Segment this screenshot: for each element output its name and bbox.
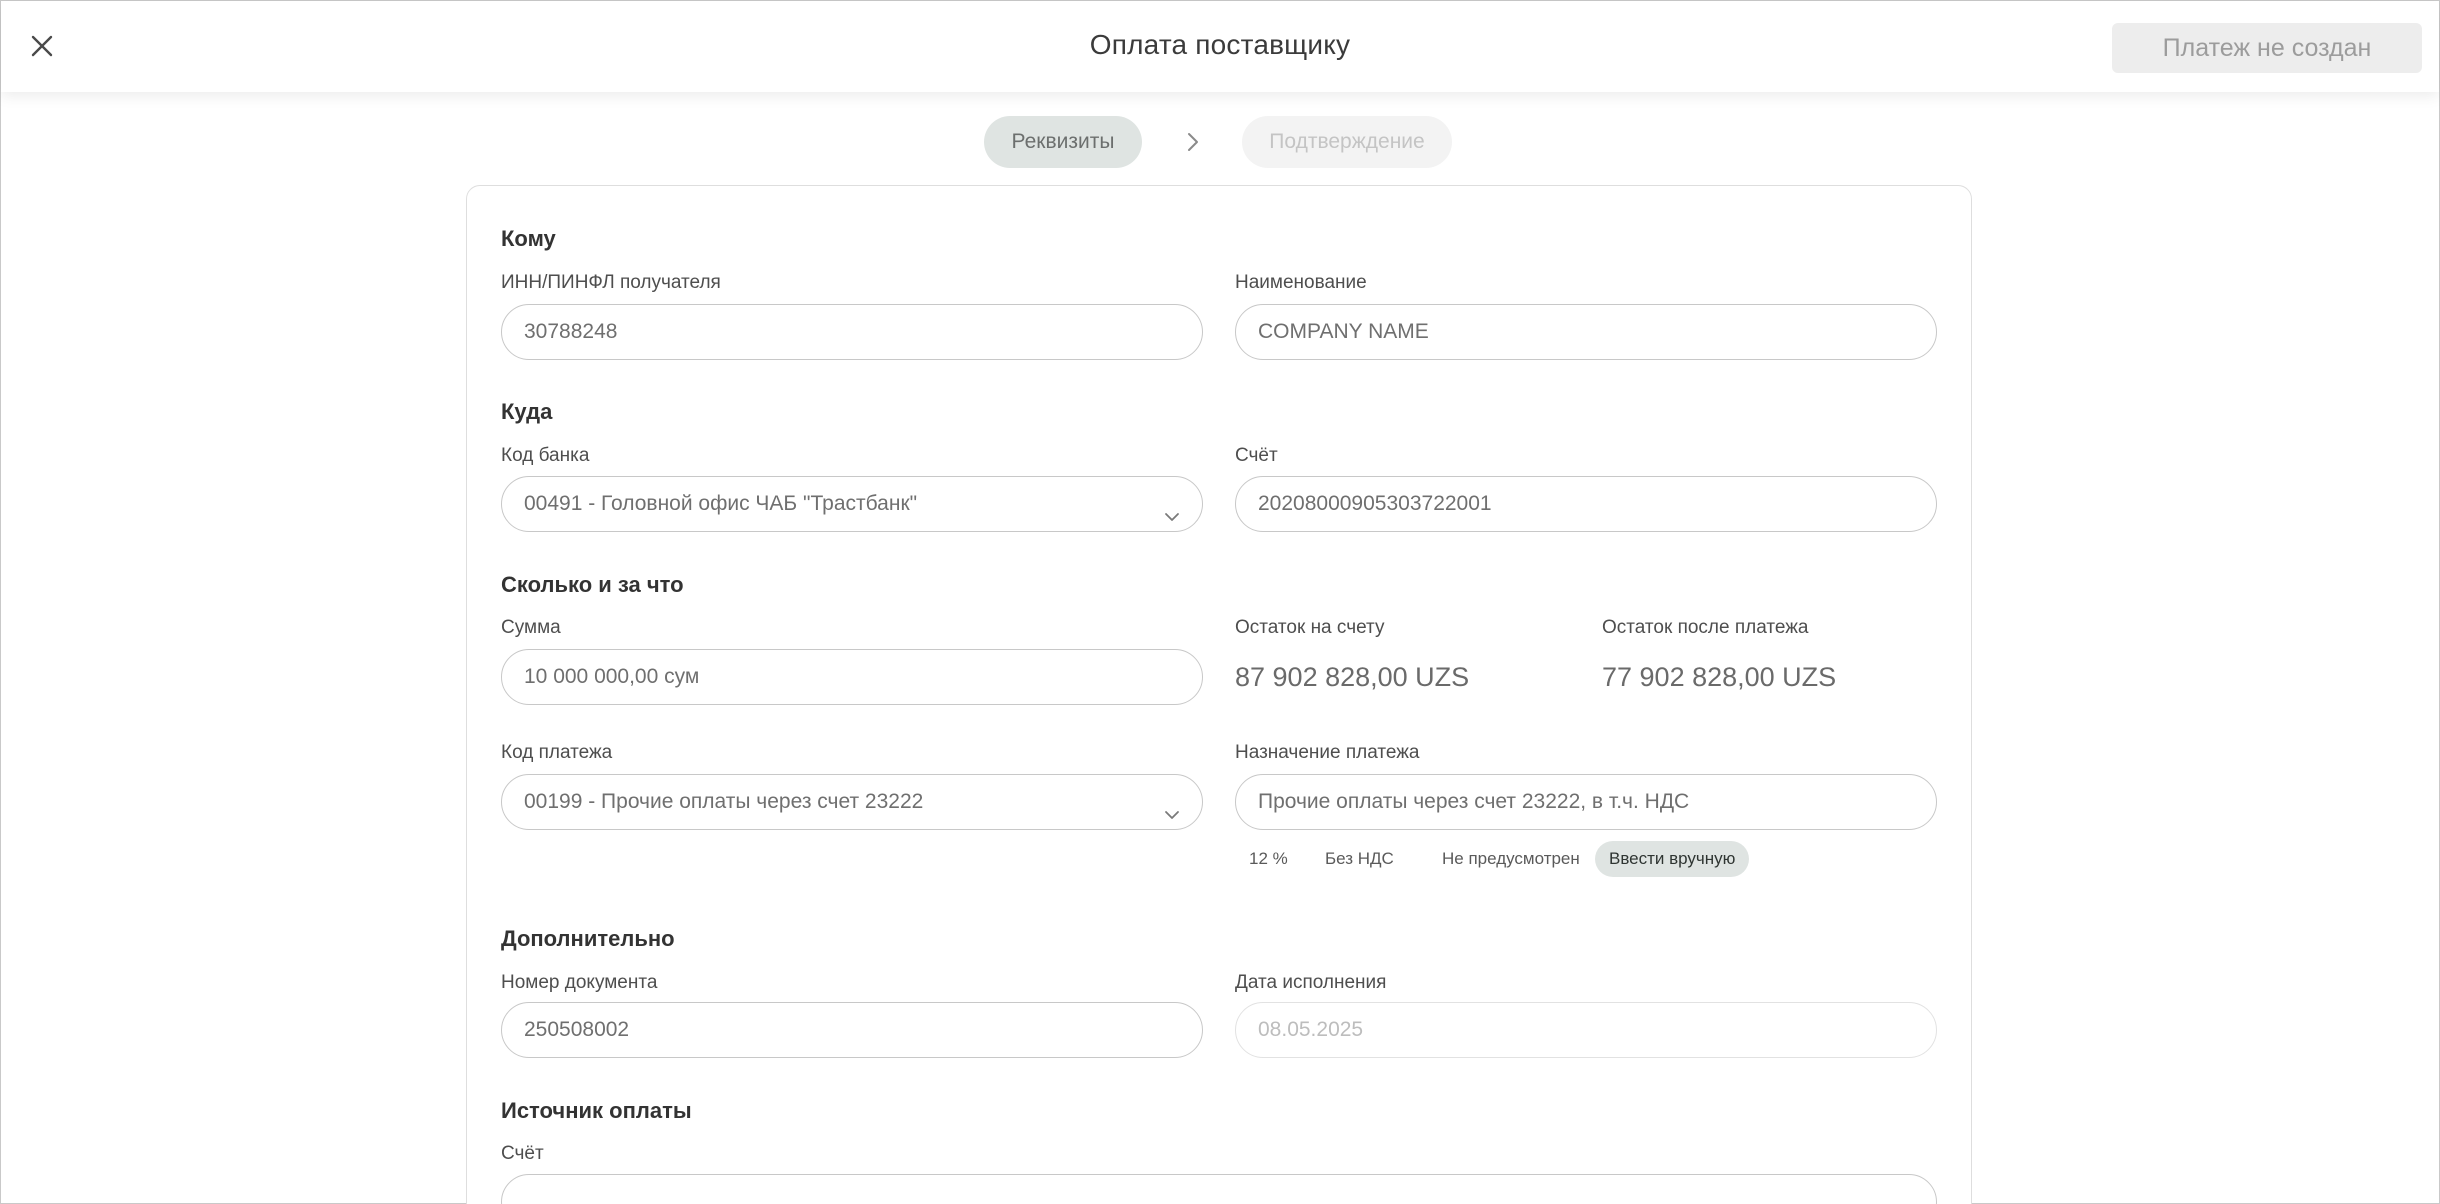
section-title-source: Источник оплаты	[501, 1098, 692, 1123]
payment-code-select[interactable]: 00199 - Прочие оплаты через счет 23222	[501, 774, 1203, 830]
vat-option-12[interactable]: 12 %	[1235, 841, 1302, 877]
execution-date-input: 08.05.2025	[1235, 1002, 1937, 1058]
app-window: Оплата поставщику Платеж не создан Рекви…	[0, 0, 2440, 1204]
document-number-input[interactable]: 250508002	[501, 1002, 1203, 1058]
payment-code-label: Код платежа	[501, 742, 613, 763]
name-label: Наименование	[1235, 272, 1367, 293]
chevron-right-icon	[1182, 131, 1204, 153]
source-account-select[interactable]	[501, 1174, 1937, 1204]
section-title-to: Кому	[501, 226, 556, 251]
balance-after-value: 77 902 828,00 UZS	[1602, 662, 1837, 692]
name-input[interactable]: COMPANY NAME	[1235, 304, 1937, 360]
balance-value: 87 902 828,00 UZS	[1235, 662, 1470, 692]
clear-icon[interactable]	[1896, 1193, 1914, 1204]
chevron-down-icon	[1162, 792, 1182, 819]
source-account-label: Счёт	[501, 1143, 544, 1164]
account-label: Счёт	[1235, 445, 1278, 466]
stepper: Реквизиты Подтверждение	[1, 116, 2439, 168]
bank-code-select[interactable]: 00491 - Головной офис ЧАБ "Трастбанк"	[501, 476, 1203, 532]
top-bar: Оплата поставщику Платеж не создан	[1, 1, 2439, 92]
section-title-where: Куда	[501, 399, 553, 424]
execution-date-label: Дата исполнения	[1235, 972, 1387, 993]
section-title-amount: Сколько и за что	[501, 572, 684, 597]
payment-form-card: Кому ИНН/ПИНФЛ получателя 30788248 Наиме…	[466, 185, 1972, 1204]
bank-code-value: 00491 - Головной офис ЧАБ "Трастбанк"	[524, 492, 918, 515]
payment-status-button[interactable]: Платеж не создан	[2112, 23, 2422, 73]
balance-label: Остаток на счету	[1235, 617, 1385, 638]
vat-option-manual[interactable]: Ввести вручную	[1595, 841, 1750, 877]
payment-code-value: 00199 - Прочие оплаты через счет 23222	[524, 790, 924, 813]
step-confirmation: Подтверждение	[1242, 116, 1452, 168]
inn-label: ИНН/ПИНФЛ получателя	[501, 272, 721, 293]
vat-option-not-provided[interactable]: Не предусмотрен	[1428, 841, 1594, 877]
page-title: Оплата поставщику	[1089, 29, 1351, 60]
vat-option-none[interactable]: Без НДС	[1311, 841, 1408, 877]
chevron-down-icon	[1162, 494, 1182, 521]
balance-after-label: Остаток после платежа	[1602, 617, 1809, 638]
sum-label: Сумма	[501, 617, 561, 638]
purpose-input[interactable]: Прочие оплаты через счет 23222, в т.ч. Н…	[1235, 774, 1937, 830]
bank-code-label: Код банка	[501, 445, 590, 466]
step-requisites[interactable]: Реквизиты	[984, 116, 1142, 168]
purpose-label: Назначение платежа	[1235, 742, 1420, 763]
section-title-extra: Дополнительно	[501, 926, 675, 951]
document-number-label: Номер документа	[501, 972, 658, 993]
account-input[interactable]: 20208000905303722001	[1235, 476, 1937, 532]
sum-input[interactable]: 10 000 000,00 сум	[501, 649, 1203, 705]
inn-input[interactable]: 30788248	[501, 304, 1203, 360]
